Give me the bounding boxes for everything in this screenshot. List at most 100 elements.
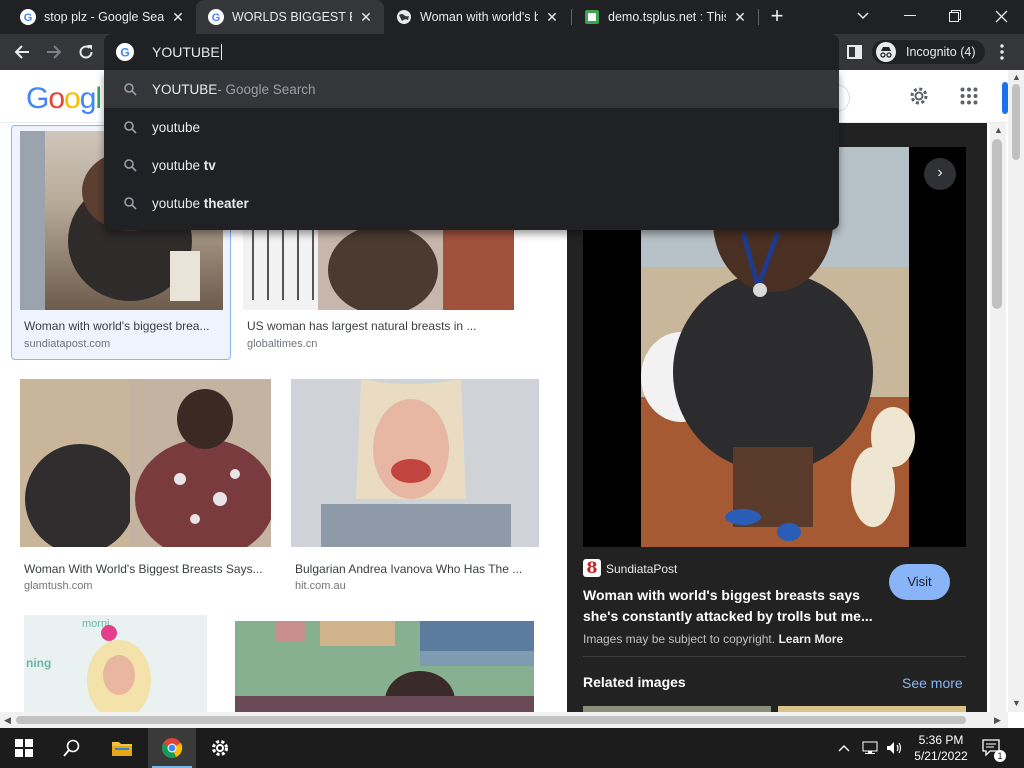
svg-text:G: G <box>24 12 33 24</box>
search-icon <box>108 82 152 96</box>
chrome-taskbar-button[interactable] <box>148 728 196 768</box>
notification-center-button[interactable]: 1 <box>982 728 1006 768</box>
forward-button[interactable] <box>40 38 68 66</box>
suggestion-item[interactable]: YOUTUBE - Google Search <box>104 70 839 108</box>
tab-title: Woman with world's biggest <box>420 10 538 24</box>
globe-icon <box>396 9 412 25</box>
chrome-icon <box>162 738 183 758</box>
minimize-button[interactable] <box>896 4 924 28</box>
result-source: globaltimes.cn <box>247 338 318 350</box>
result-source: hit.com.au <box>295 580 346 592</box>
see-more-link[interactable]: See more <box>902 675 963 691</box>
restore-button[interactable] <box>941 4 969 28</box>
tab-woman-worlds[interactable]: Woman with world's biggest ✕ <box>384 0 570 34</box>
incognito-label: Incognito (4) <box>906 45 976 59</box>
svg-text:G: G <box>120 46 129 60</box>
learn-more-link[interactable]: Learn More <box>778 632 843 646</box>
suggestion-bold: theater <box>203 195 249 211</box>
network-icon[interactable] <box>862 728 880 768</box>
tab-strip: G stop plz - Google Search ✕ G WORLDS BI… <box>0 0 1024 34</box>
clock-date: 5/21/2022 <box>914 749 968 763</box>
address-bar[interactable]: G YOUTUBE <box>104 34 839 70</box>
text-caret <box>220 44 222 60</box>
scroll-up-arrow-icon[interactable]: ▲ <box>1012 72 1021 82</box>
suggestion-text: youtube <box>152 157 204 173</box>
side-panel-icon[interactable] <box>840 38 868 66</box>
suggestion-item[interactable]: youtube <box>104 108 839 146</box>
suggestion-bold: tv <box>203 157 216 173</box>
suggestion-text: youtube <box>152 195 204 211</box>
tab-close-icon[interactable]: ✕ <box>732 9 748 25</box>
tab-worlds-biggest[interactable]: G WORLDS BIGGEST BOOBS ✕ <box>196 0 384 34</box>
reload-button[interactable] <box>72 38 100 66</box>
vertical-scrollbar-thumb[interactable] <box>1012 84 1020 160</box>
result-thumbnail[interactable]: morni ning <box>24 615 207 712</box>
result-thumbnail[interactable] <box>291 379 539 547</box>
tab-title: demo.tsplus.net : This c <box>608 10 726 24</box>
suggestion-item[interactable]: youtube tv <box>104 146 839 184</box>
result-caption[interactable]: Bulgarian Andrea Ivanova Who Has The ... <box>295 562 535 576</box>
result-caption[interactable]: Woman With World's Biggest Breasts Says.… <box>24 562 268 576</box>
page-vertical-scrollbar[interactable]: ▲ ▼ <box>1008 70 1024 712</box>
new-tab-button[interactable]: + <box>766 5 788 29</box>
related-images-heading: Related images <box>583 674 686 690</box>
folder-icon <box>112 742 132 756</box>
volume-icon[interactable] <box>886 728 904 768</box>
results-scrollbar-thumb[interactable] <box>992 139 1002 309</box>
menu-kebab-icon[interactable] <box>988 38 1016 66</box>
google-favicon-icon: G <box>208 9 224 25</box>
thumbnail-text: ning <box>26 656 51 670</box>
gear-icon <box>212 740 228 756</box>
show-hidden-icons-chevron-icon[interactable] <box>838 728 850 768</box>
suggestion-text: YOUTUBE <box>152 81 218 97</box>
search-icon <box>108 120 152 134</box>
tab-title: stop plz - Google Search <box>44 10 164 24</box>
taskbar-clock[interactable]: 5:36 PM 5/21/2022 <box>912 732 970 764</box>
file-explorer-button[interactable] <box>98 728 146 768</box>
copyright-notice: Images may be subject to copyright. Lear… <box>583 632 844 646</box>
address-bar-text[interactable]: YOUTUBE <box>152 44 222 60</box>
start-button[interactable] <box>0 728 48 768</box>
settings-gear-icon[interactable] <box>908 85 930 112</box>
result-caption[interactable]: Woman with world's biggest brea... <box>24 319 218 333</box>
result-thumbnail[interactable] <box>243 230 514 310</box>
tab-title: WORLDS BIGGEST BOOBS <box>232 10 352 24</box>
scroll-right-arrow-icon[interactable]: ▶ <box>994 715 1001 726</box>
close-window-button[interactable] <box>987 4 1015 28</box>
panel-divider <box>583 656 966 657</box>
page-horizontal-scrollbar[interactable]: ◀ ▶ <box>0 712 1008 728</box>
horizontal-scrollbar-thumb[interactable] <box>16 716 966 724</box>
search-icon <box>108 158 152 172</box>
panel-title[interactable]: Woman with world's biggest breasts says … <box>583 585 883 627</box>
results-scrollbar[interactable]: ▲ <box>990 123 1006 712</box>
suggestion-item[interactable]: youtube theater <box>104 184 839 222</box>
result-caption[interactable]: US woman has largest natural breasts in … <box>247 319 517 333</box>
back-button[interactable] <box>8 38 36 66</box>
tab-search-chevron-icon[interactable] <box>849 4 877 28</box>
tsplus-icon <box>584 9 600 25</box>
next-image-arrow-button[interactable]: › <box>924 158 956 190</box>
windows-logo-icon <box>15 739 33 757</box>
taskbar-search-button[interactable] <box>48 728 96 768</box>
suggestion-text: youtube <box>152 119 201 135</box>
result-thumbnail[interactable] <box>235 621 534 712</box>
result-thumbnail[interactable] <box>20 379 271 547</box>
tab-tsplus[interactable]: demo.tsplus.net : This c ✕ <box>572 0 758 34</box>
google-logo[interactable]: Googl <box>26 82 102 116</box>
scroll-left-arrow-icon[interactable]: ◀ <box>4 715 11 726</box>
apps-grid-icon[interactable] <box>960 87 978 110</box>
tab-close-icon[interactable]: ✕ <box>544 9 560 25</box>
result-source: glamtush.com <box>24 580 93 592</box>
visit-button[interactable]: Visit <box>889 564 950 600</box>
panel-site-name[interactable]: SundiataPost <box>606 562 677 576</box>
tab-close-icon[interactable]: ✕ <box>358 9 374 25</box>
tab-close-icon[interactable]: ✕ <box>170 9 186 25</box>
scroll-down-arrow-icon[interactable]: ▼ <box>1012 698 1021 708</box>
scroll-up-arrow-icon[interactable]: ▲ <box>994 125 1003 135</box>
settings-taskbar-button[interactable] <box>196 728 244 768</box>
svg-text:G: G <box>212 12 221 24</box>
incognito-badge[interactable]: Incognito (4) <box>872 40 986 64</box>
tab-stop-plz[interactable]: G stop plz - Google Search ✕ <box>8 0 196 34</box>
omnibox-suggestions: YOUTUBE - Google Search youtube youtube … <box>104 70 839 230</box>
notification-count-badge: 1 <box>994 750 1006 762</box>
